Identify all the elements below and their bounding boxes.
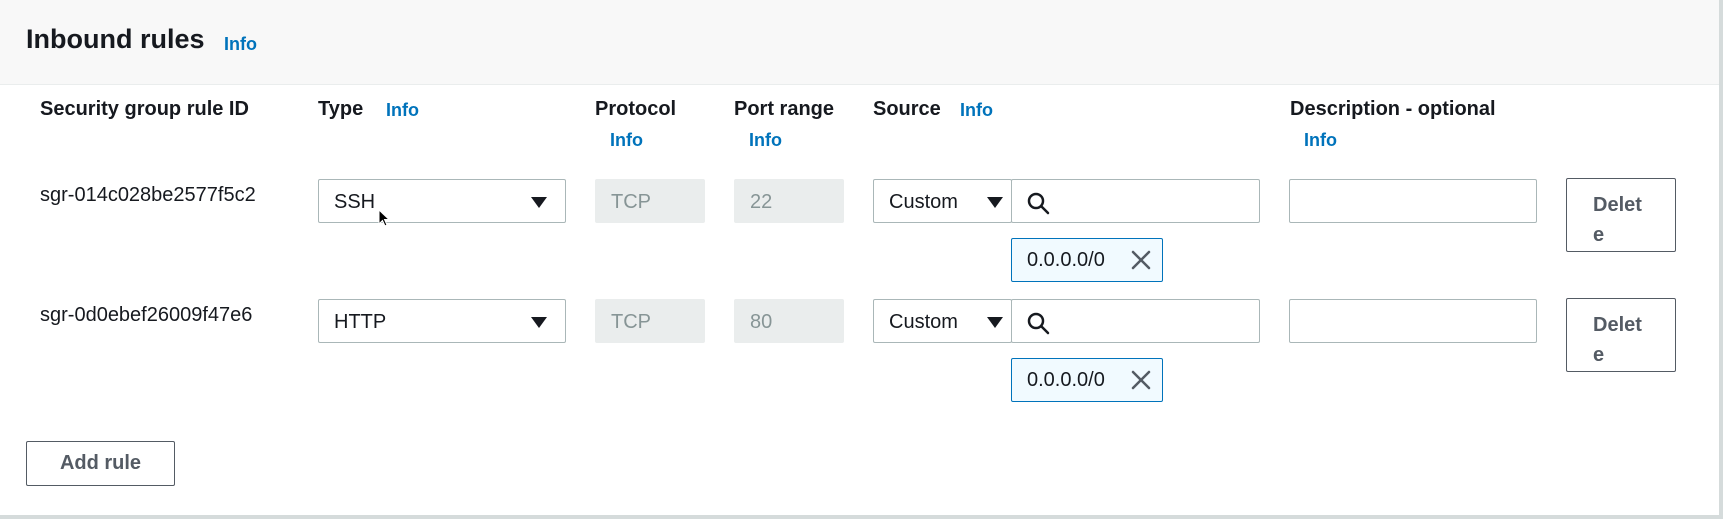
- description-info-link[interactable]: Info: [1304, 130, 1337, 151]
- description-input[interactable]: [1289, 179, 1537, 223]
- source-info-link[interactable]: Info: [960, 100, 993, 121]
- search-icon: [1027, 192, 1050, 215]
- port-range-field: 22: [734, 179, 844, 223]
- type-select-value: HTTP: [334, 311, 387, 333]
- source-token-value: 0.0.0.0/0: [1027, 369, 1105, 391]
- caret-down-icon: [531, 197, 547, 208]
- protocol-field: TCP: [595, 299, 705, 343]
- port-range-field: 80: [734, 299, 844, 343]
- delete-button-label: Delete: [1593, 314, 1642, 366]
- rule-id-text: sgr-0d0ebef26009f47e6: [40, 304, 253, 326]
- col-header-port-range: Port range: [734, 98, 835, 120]
- delete-button[interactable]: Delete: [1566, 178, 1676, 252]
- type-info-link[interactable]: Info: [386, 100, 419, 121]
- section-info-link[interactable]: Info: [224, 34, 257, 55]
- close-icon[interactable]: [1130, 249, 1152, 271]
- add-rule-button[interactable]: Add rule: [26, 441, 175, 486]
- panel-header: Inbound rules Info: [0, 0, 1719, 85]
- section-title: Inbound rules: [26, 24, 205, 54]
- type-select-value: SSH: [334, 191, 376, 213]
- type-select[interactable]: SSH: [318, 179, 566, 223]
- source-token: 0.0.0.0/0: [1011, 358, 1163, 402]
- protocol-value: TCP: [611, 191, 651, 213]
- port-range-info-link[interactable]: Info: [749, 130, 782, 151]
- delete-button[interactable]: Delete: [1566, 298, 1676, 372]
- source-type-value: Custom: [889, 311, 958, 333]
- caret-down-icon: [987, 197, 1003, 208]
- protocol-value: TCP: [611, 311, 651, 333]
- source-type-select[interactable]: Custom: [873, 299, 1012, 343]
- caret-down-icon: [531, 317, 547, 328]
- source-search-input[interactable]: [1011, 179, 1260, 223]
- type-select[interactable]: HTTP: [318, 299, 566, 343]
- port-range-value: 80: [750, 311, 773, 333]
- col-header-type: Type: [318, 98, 364, 120]
- mouse-pointer-icon: [378, 209, 391, 227]
- source-token-value: 0.0.0.0/0: [1027, 249, 1105, 271]
- description-input[interactable]: [1289, 299, 1537, 343]
- close-icon[interactable]: [1130, 369, 1152, 391]
- source-search-input[interactable]: [1011, 299, 1260, 343]
- protocol-info-link[interactable]: Info: [610, 130, 643, 151]
- rule-id-text: sgr-014c028be2577f5c2: [40, 184, 256, 206]
- source-token: 0.0.0.0/0: [1011, 238, 1163, 282]
- delete-button-label: Delete: [1593, 194, 1642, 246]
- col-header-rule-id: Security group rule ID: [40, 98, 249, 120]
- caret-down-icon: [987, 317, 1003, 328]
- col-header-source: Source: [873, 98, 941, 120]
- col-header-description: Description - optional: [1290, 98, 1496, 120]
- source-type-value: Custom: [889, 191, 958, 213]
- col-header-protocol: Protocol: [595, 98, 677, 120]
- inbound-rules-panel: Inbound rules Info Security group rule I…: [0, 0, 1723, 519]
- search-icon: [1027, 312, 1050, 335]
- source-type-select[interactable]: Custom: [873, 179, 1012, 223]
- protocol-field: TCP: [595, 179, 705, 223]
- port-range-value: 22: [750, 191, 773, 213]
